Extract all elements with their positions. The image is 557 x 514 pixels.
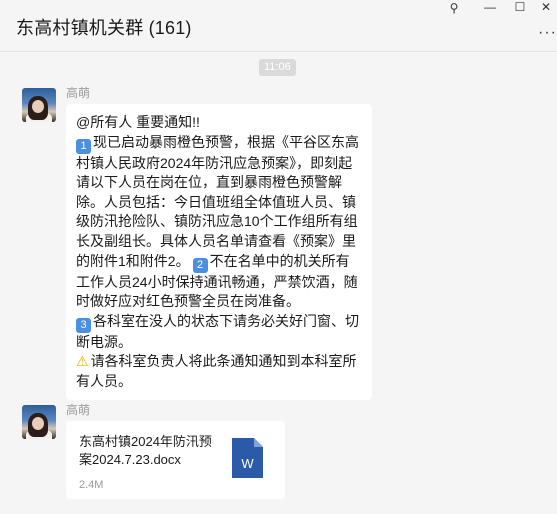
pin-icon[interactable]: ⚲ [440, 1, 468, 19]
close-button[interactable]: ✕ [532, 0, 557, 18]
keycap-two-icon: 2 [192, 257, 208, 273]
avatar[interactable] [22, 405, 56, 439]
more-options-icon[interactable]: ··· [538, 24, 557, 42]
avatar-face [32, 100, 44, 113]
maximize-button[interactable]: ☐ [506, 0, 534, 18]
sender-name: 高萌 [66, 86, 91, 100]
paragraph-4-text: 请各科室负责人将此条通知通知到本科室所有人员。 [76, 353, 357, 389]
avatar-face [32, 417, 44, 430]
paragraph-1-text: 现已启动暴雨橙色预警，根据《平谷区东高村镇人民政府2024年防汛应急预案》，即刻… [76, 133, 359, 269]
mention-line: @所有人 重要通知!! [76, 114, 200, 130]
keycap-three-icon: 3 [76, 317, 91, 333]
sender-name: 高萌 [66, 403, 91, 417]
file-name: 东高村镇2024年防汛预案2024.7.23.docx [79, 434, 212, 467]
message-bubble[interactable]: @所有人 重要通知!! 1 现已启动暴雨橙色预警，根据《平谷区东高村镇人民政府20… [66, 104, 372, 400]
word-document-icon: W [232, 438, 263, 478]
chat-title: 东高村镇机关群 (161) [16, 18, 192, 38]
word-icon-letter: W [241, 456, 254, 471]
paragraph-3: 3 各科室在没人的状态下请务必关好门窗、切断电源。 [76, 312, 362, 353]
paragraph-3-text: 各科室在没人的状态下请务必关好门窗、切断电源。 [76, 312, 359, 350]
warning-icon: ⚠ [76, 353, 89, 370]
paragraph-4: ⚠ 请各科室负责人将此条通知通知到本科室所有人员。 [76, 352, 362, 391]
keycap-one-icon: 1 [76, 138, 91, 154]
message-timestamp: 11:06 [259, 59, 296, 76]
chat-header: 东高村镇机关群 (161) ⚲ — ☐ ✕ ··· [0, 0, 557, 52]
avatar[interactable] [22, 88, 56, 122]
file-size: 2.4M [79, 479, 104, 491]
minimize-button[interactable]: — [476, 0, 504, 18]
paragraph-1: 1 现已启动暴雨橙色预警，根据《平谷区东高村镇人民政府2024年防汛应急预案》，即… [76, 133, 362, 312]
file-attachment[interactable]: 东高村镇2024年防汛预案2024.7.23.docx 2.4M W [66, 421, 285, 499]
